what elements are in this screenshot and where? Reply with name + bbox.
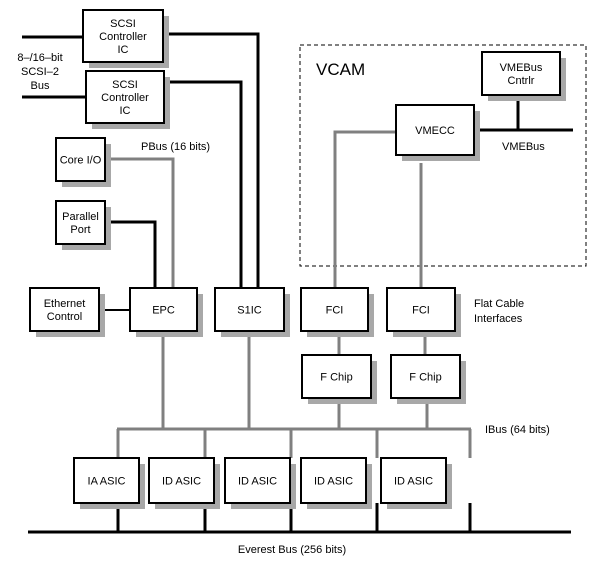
vmecc-to-fci1 [333, 130, 396, 288]
block-asic2: ID ASIC [148, 457, 220, 509]
scsi2-to-s1ic [165, 80, 243, 288]
block-label: SCSI [112, 79, 138, 91]
vcam-label: VCAM [316, 60, 365, 79]
pbus-label: PBus (16 bits) [141, 141, 210, 153]
block-label: Core I/O [60, 155, 102, 167]
block-diagram: VCAM SCSIControllerICSCSIControllerICCor… [17, 9, 587, 556]
scsi-bus-label-line: SCSI–2 [21, 66, 59, 78]
block-parallel-port: ParallelPort [55, 200, 111, 250]
block-fci2: FCI [386, 287, 461, 337]
block-label: Port [70, 224, 90, 236]
parallel-to-epc [105, 220, 157, 288]
block-label: VMECC [415, 125, 455, 137]
block-label: IC [118, 44, 129, 56]
block-label: S1IC [237, 305, 262, 317]
block-fchip2: F Chip [390, 354, 466, 404]
block-vmebus-cntrlr: VMEBusCntrlr [481, 51, 566, 101]
block-label: Controller [101, 92, 149, 104]
scsi-bus-label: 8–/16–bit SCSI–2 Bus [17, 52, 62, 92]
block-label: Ethernet [44, 298, 86, 310]
block-label: Parallel [62, 211, 99, 223]
block-label: Cntrlr [508, 75, 535, 87]
block-fchip1: F Chip [301, 354, 377, 404]
block-asic4: ID ASIC [300, 457, 372, 509]
block-label: VMEBus [500, 62, 543, 74]
block-label: FCI [326, 305, 344, 317]
block-scsi1: SCSIControllerIC [82, 9, 169, 68]
block-scsi2: SCSIControllerIC [85, 70, 170, 129]
block-label: Control [47, 311, 82, 323]
ibus-label: IBus (64 bits) [485, 424, 550, 436]
block-label: F Chip [409, 372, 441, 384]
scsi-bus-label-line: 8–/16–bit [17, 52, 62, 64]
scsi-bus-label-line: Bus [31, 80, 50, 92]
block-asic5: ID ASIC [380, 457, 452, 509]
everest-bus-label: Everest Bus (256 bits) [238, 544, 346, 556]
block-label: IC [120, 105, 131, 117]
block-fci1: FCI [300, 287, 374, 337]
block-label: EPC [152, 305, 175, 317]
block-core-io: Core I/O [55, 137, 111, 187]
block-ethernet: EthernetControl [29, 287, 105, 337]
block-label: ID ASIC [162, 476, 201, 488]
block-label: ID ASIC [394, 476, 433, 488]
block-label: F Chip [320, 372, 352, 384]
flat-cable-label: Flat Cable [474, 298, 524, 310]
scsi1-to-s1ic [165, 32, 260, 288]
block-s1ic: S1IC [214, 287, 290, 337]
block-label: ID ASIC [314, 476, 353, 488]
block-asic1: IA ASIC [73, 457, 145, 509]
block-label: FCI [412, 305, 430, 317]
block-asic3: ID ASIC [224, 457, 296, 509]
block-label: ID ASIC [238, 476, 277, 488]
block-vmecc: VMECC [395, 104, 480, 161]
block-epc: EPC [129, 287, 203, 337]
flat-cable-label: Interfaces [474, 313, 523, 325]
block-label: Controller [99, 31, 147, 43]
vmebus-label: VMEBus [502, 141, 545, 153]
block-label: IA ASIC [88, 476, 126, 488]
block-label: SCSI [110, 18, 136, 30]
